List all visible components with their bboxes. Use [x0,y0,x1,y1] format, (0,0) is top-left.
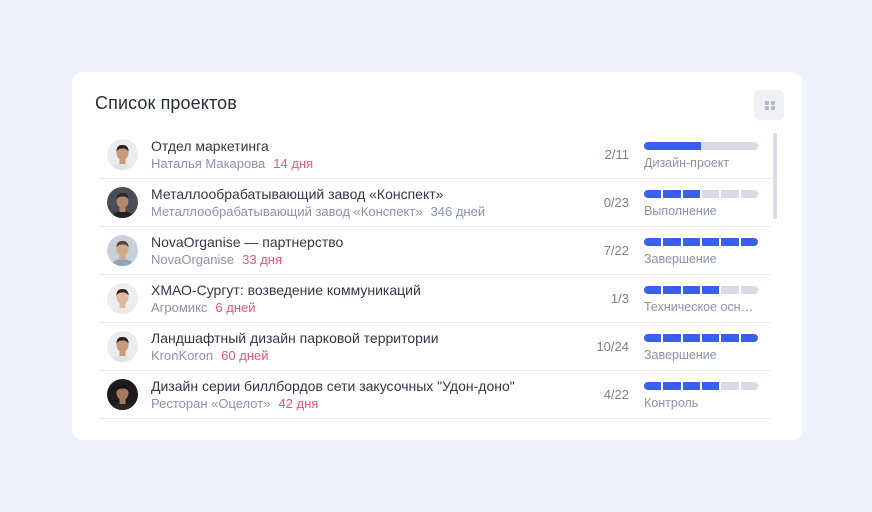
project-row[interactable]: ХМАО-Сургут: возведение коммуникаций Агр… [99,275,771,323]
progress-segment [740,238,758,246]
progress-bar [644,382,758,390]
progress-segment [721,190,739,198]
days-left: 33 дня [242,252,282,267]
task-count: 10/24 [596,339,629,354]
card-title: Список проектов [95,93,237,113]
progress-segment [721,334,739,342]
days-left: 42 дня [278,396,319,411]
progress-segment [701,238,720,246]
project-name[interactable]: Металлообрабатывающий завод «Конспект» [151,186,443,202]
progress-segment [740,286,758,294]
progress-segment [682,190,700,198]
days-left: 60 дней [221,348,269,363]
progress-segment [682,238,700,246]
project-row[interactable]: Ландшафтный дизайн парковой территории K… [99,323,771,371]
project-name[interactable]: ХМАО-Сургут: возведение коммуникаций [151,282,421,298]
task-count: 0/23 [603,195,629,210]
progress-segment [644,382,662,390]
project-list-card: Список проектов Отдел маркетинга Наталья… [72,72,802,440]
progress-segment [721,286,739,294]
days-left: 14 дня [273,156,314,171]
project-meta: KronKoron 60 дней [151,348,268,363]
stage-label: Контроль [644,396,699,410]
progress-segment [682,334,700,342]
task-count: 7/22 [603,243,629,258]
project-name[interactable]: Ландшафтный дизайн парковой территории [151,330,439,346]
progress-segment [740,190,758,198]
project-meta: Наталья Макарова 14 дня [151,156,313,171]
progress-segment [721,238,739,246]
grid-dots-icon[interactable] [754,90,784,120]
progress-segment [701,142,758,150]
progress-segment [740,334,758,342]
task-count: 1/3 [610,291,629,306]
progress-segment [663,286,681,294]
progress-segment [701,382,720,390]
project-list: Отдел маркетинга Наталья Макарова 14 дня … [99,131,771,419]
days-left: 346 дней [430,204,486,219]
progress-segment [663,382,681,390]
progress-segment [740,382,758,390]
client-name[interactable]: Агромикс [151,300,207,315]
progress-segment [644,142,701,150]
progress-segment [644,286,662,294]
days-left: 6 дней [215,300,256,315]
avatar[interactable] [107,283,138,314]
project-row[interactable]: Дизайн серии биллбордов сети закусочных … [99,371,771,419]
avatar[interactable] [107,235,138,266]
progress-segment [644,238,662,246]
stage-label: Завершение [644,348,717,362]
project-meta: Агромикс 6 дней [151,300,256,315]
progress-segment [682,382,700,390]
progress-segment [663,238,681,246]
progress-segment [682,286,700,294]
client-name[interactable]: Наталья Макарова [151,156,265,171]
client-name[interactable]: KronKoron [151,348,213,363]
stage-label: Техническое основание [644,300,760,314]
project-row[interactable]: NovaOrganise — партнерство NovaOrganise 3… [99,227,771,275]
progress-segment [644,334,662,342]
avatar[interactable] [107,139,138,170]
avatar[interactable] [107,187,138,218]
progress-bar [644,190,758,198]
project-name[interactable]: NovaOrganise — партнерство [151,234,343,250]
project-row[interactable]: Металлообрабатывающий завод «Конспект» М… [99,179,771,227]
progress-segment [663,190,681,198]
progress-bar [644,142,758,150]
stage-label: Выполнение [644,204,717,218]
progress-bar [644,286,758,294]
avatar[interactable] [107,331,138,362]
project-name[interactable]: Дизайн серии биллбордов сети закусочных … [151,378,515,394]
stage-label: Завершение [644,252,717,266]
progress-segment [721,382,739,390]
task-count: 2/11 [604,147,629,162]
progress-segment [701,190,720,198]
avatar[interactable] [107,379,138,410]
progress-segment [701,286,720,294]
client-name[interactable]: Ресторан «Оцелот» [151,396,270,411]
progress-bar [644,238,758,246]
scrollbar[interactable] [773,133,777,219]
project-meta: Ресторан «Оцелот» 42 дня [151,396,318,411]
progress-segment [701,334,720,342]
progress-segment [663,334,681,342]
client-name[interactable]: Металлообрабатывающий завод «Конспект» [151,204,423,219]
project-meta: NovaOrganise 33 дня [151,252,282,267]
project-name[interactable]: Отдел маркетинга [151,138,269,154]
client-name[interactable]: NovaOrganise [151,252,234,267]
project-meta: Металлообрабатывающий завод «Конспект» 34… [151,204,485,219]
progress-segment [644,190,662,198]
progress-bar [644,334,758,342]
stage-label: Дизайн-проект [644,156,730,170]
task-count: 4/22 [603,387,629,402]
project-row[interactable]: Отдел маркетинга Наталья Макарова 14 дня … [99,131,771,179]
